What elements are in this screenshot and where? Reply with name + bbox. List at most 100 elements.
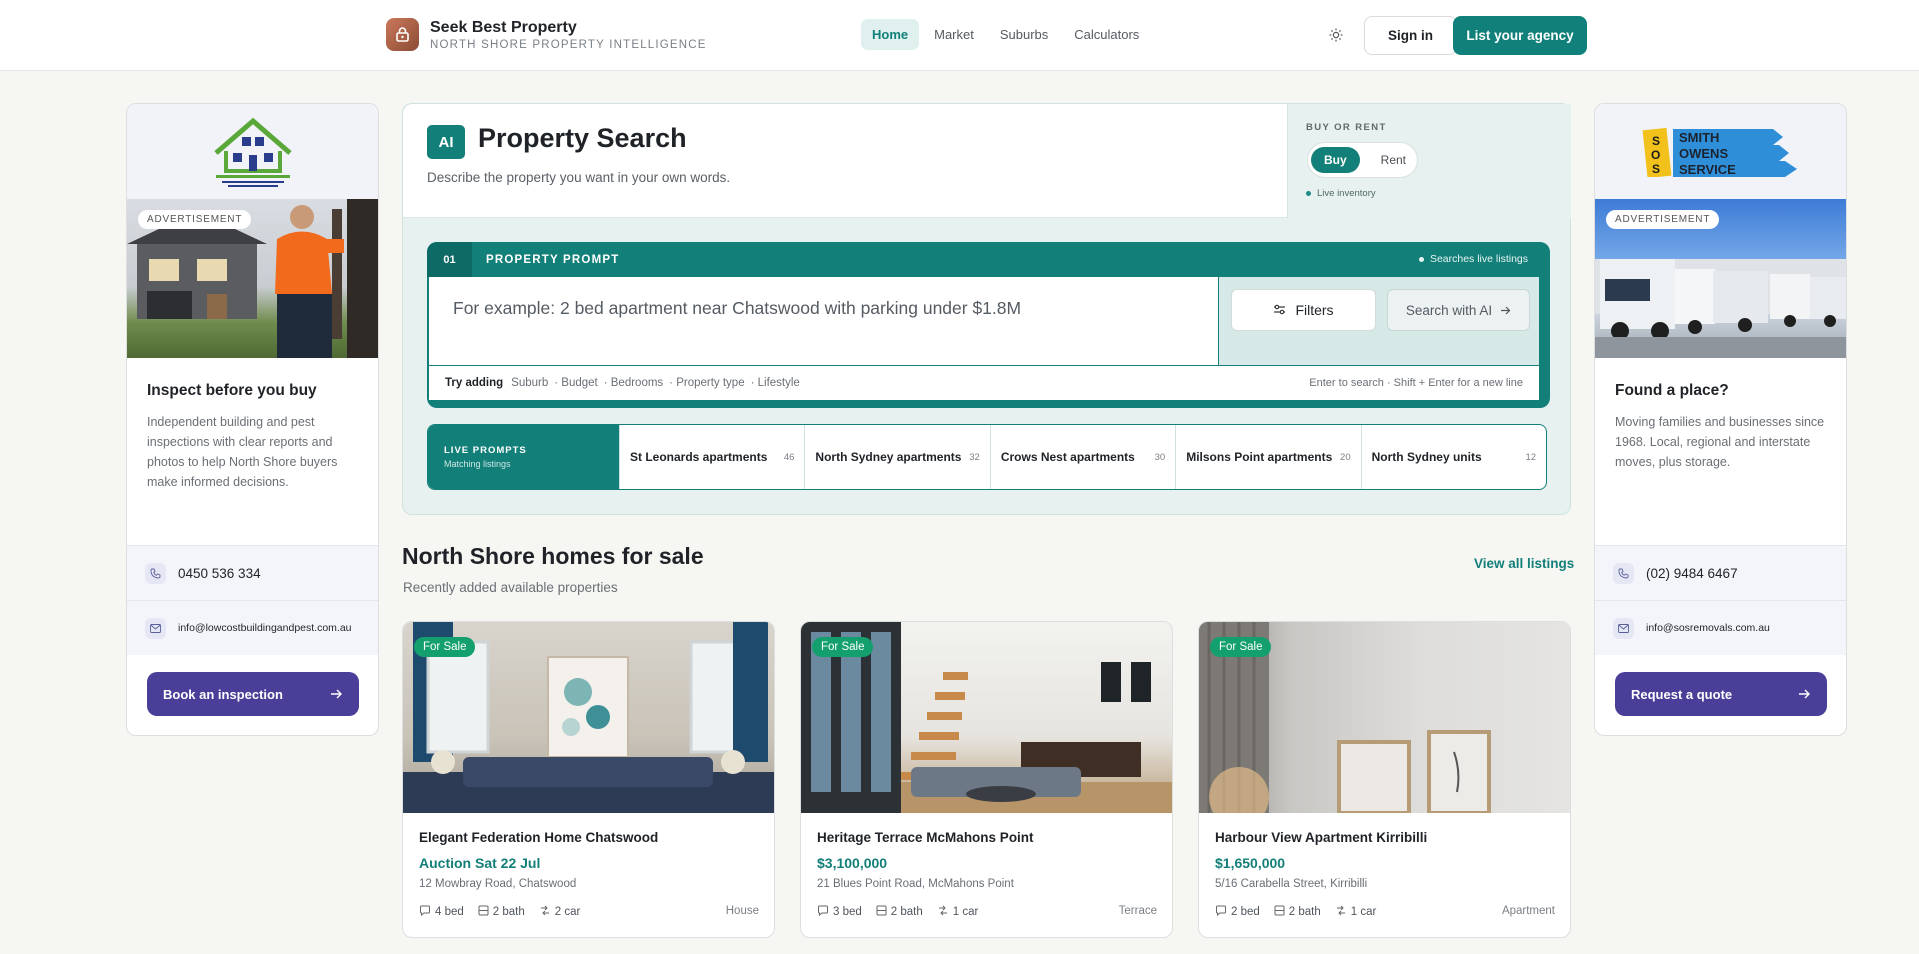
bed-count: 3 bed bbox=[833, 906, 862, 918]
prompt-actions: Filters Search with AI bbox=[1219, 277, 1539, 365]
mail-icon bbox=[145, 617, 166, 639]
arrow-right-icon bbox=[1798, 687, 1811, 702]
bed-feature: 2 bed bbox=[1215, 905, 1260, 919]
prompt-body: For example: 2 bed apartment near Chatsw… bbox=[429, 277, 1539, 400]
ad-title: Inspect before you buy bbox=[147, 382, 317, 399]
svg-text:O: O bbox=[1651, 148, 1660, 162]
lock-house-icon bbox=[386, 18, 419, 51]
list-your-agency-button[interactable]: List your agency bbox=[1453, 16, 1587, 55]
view-all-listings-link[interactable]: View all listings bbox=[1474, 556, 1574, 571]
listing-address: 21 Blues Point Road, McMahons Point bbox=[817, 878, 1014, 890]
brand[interactable]: Seek Best Property NORTH SHORE PROPERTY … bbox=[386, 18, 707, 51]
nav-market[interactable]: Market bbox=[923, 19, 985, 50]
brand-tagline: NORTH SHORE PROPERTY INTELLIGENCE bbox=[430, 38, 707, 51]
book-inspection-button[interactable]: Book an inspection bbox=[147, 672, 359, 716]
ad-email-address: info@lowcostbuildingandpest.com.au bbox=[178, 622, 352, 634]
live-prompt-item[interactable]: Milsons Point apartments 20 bbox=[1175, 425, 1360, 489]
rent-option[interactable]: Rent bbox=[1368, 147, 1419, 173]
advertiser-logo bbox=[127, 104, 378, 199]
live-prompts-subtitle: Matching listings bbox=[444, 459, 511, 469]
step-number: 01 bbox=[427, 242, 472, 277]
nav-home[interactable]: Home bbox=[861, 19, 920, 50]
brand-name: Seek Best Property bbox=[430, 18, 577, 36]
ad-phone[interactable]: 0450 536 334 bbox=[127, 545, 378, 600]
buy-rent-toggle: Buy Rent bbox=[1307, 142, 1418, 178]
search-with-ai-label: Search with AI bbox=[1405, 302, 1493, 318]
arrow-right-icon bbox=[330, 687, 343, 702]
bath-count: 2 bath bbox=[1288, 906, 1321, 918]
hint-property-type[interactable]: · Property type bbox=[669, 377, 744, 389]
svg-text:S: S bbox=[1652, 162, 1660, 176]
svg-text:S: S bbox=[1652, 134, 1660, 148]
listing-card[interactable]: For Sale Heritage Terrace McMahons Point… bbox=[800, 621, 1173, 938]
ad-phone-number: (02) 9484 6467 bbox=[1646, 565, 1738, 581]
live-prompts-header: LIVE PROMPTS Matching listings bbox=[428, 425, 619, 489]
live-prompts-strip: LIVE PROMPTS Matching listings St Leonar… bbox=[427, 424, 1547, 490]
advertisement-badge: ADVERTISEMENT bbox=[138, 210, 252, 229]
live-prompt-label: North Sydney apartments bbox=[815, 450, 962, 464]
property-prompt-box: 01 PROPERTY PROMPT Searches live listing… bbox=[427, 242, 1550, 408]
live-prompt-count: 12 bbox=[1525, 451, 1537, 463]
nav-calculators[interactable]: Calculators bbox=[1063, 19, 1150, 50]
inspector-house-photo: ADVERTISEMENT bbox=[127, 199, 378, 358]
arrow-right-icon bbox=[1500, 303, 1511, 318]
ai-badge: AI bbox=[427, 125, 465, 159]
live-prompt-item[interactable]: Crows Nest apartments 30 bbox=[989, 425, 1175, 489]
listing-title: Elegant Federation Home Chatswood bbox=[419, 830, 659, 845]
try-adding-label: Try adding bbox=[445, 377, 504, 389]
live-prompt-item[interactable]: North Sydney apartments 32 bbox=[804, 425, 989, 489]
bath-icon bbox=[876, 905, 887, 919]
advertisement-left[interactable]: ADVERTISEMENT Inspect before you buy Ind… bbox=[126, 103, 379, 736]
hint-lifestyle[interactable]: · Lifestyle bbox=[751, 377, 800, 389]
mail-icon bbox=[1613, 617, 1634, 639]
car-icon bbox=[1335, 905, 1347, 919]
listing-price: Auction Sat 22 Jul bbox=[419, 855, 541, 871]
car-feature: 1 car bbox=[937, 905, 978, 919]
bed-feature: 3 bed bbox=[817, 905, 862, 919]
live-prompt-label: North Sydney units bbox=[1371, 450, 1482, 464]
bed-count: 4 bed bbox=[435, 906, 464, 918]
buy-or-rent-section: BUY OR RENT Buy Rent Live inventory bbox=[1287, 104, 1571, 218]
request-quote-button[interactable]: Request a quote bbox=[1615, 672, 1827, 716]
live-prompt-count: 20 bbox=[1340, 451, 1351, 463]
ad-phone-number: 0450 536 334 bbox=[178, 565, 261, 581]
ad-description: Independent building and pest inspection… bbox=[147, 415, 338, 489]
search-with-ai-button[interactable]: Search with AI bbox=[1387, 289, 1530, 331]
hint-suburb[interactable]: Suburb bbox=[511, 377, 548, 389]
filters-button[interactable]: Filters bbox=[1231, 289, 1376, 331]
listing-features: 2 bed 2 bath 1 car bbox=[1215, 905, 1376, 919]
advertisement-right[interactable]: S O S SMITH OWENS SERVICE ADVERTISEMENT … bbox=[1594, 103, 1847, 736]
live-prompt-label: Crows Nest apartments bbox=[1000, 450, 1135, 464]
prompt-hints: Try adding Suburb · Budget · Bedrooms · … bbox=[429, 365, 1539, 400]
hint-bedrooms[interactable]: · Bedrooms bbox=[604, 377, 663, 389]
bed-icon bbox=[817, 905, 829, 919]
listing-address: 12 Mowbray Road, Chatswood bbox=[419, 878, 577, 890]
live-prompt-item[interactable]: North Sydney units 12 bbox=[1360, 425, 1546, 489]
prompt-header: 01 PROPERTY PROMPT Searches live listing… bbox=[427, 242, 1550, 277]
live-prompts-title: LIVE PROMPTS bbox=[444, 445, 527, 456]
status-dot bbox=[1418, 256, 1424, 262]
car-icon bbox=[937, 905, 949, 919]
nav-suburbs[interactable]: Suburbs bbox=[989, 19, 1059, 50]
live-prompt-item[interactable]: St Leonards apartments 46 bbox=[619, 425, 804, 489]
for-sale-badge: For Sale bbox=[414, 637, 476, 657]
sign-in-button[interactable]: Sign in bbox=[1364, 16, 1457, 55]
buy-option[interactable]: Buy bbox=[1311, 147, 1360, 173]
hint-budget[interactable]: · Budget bbox=[554, 377, 597, 389]
car-icon bbox=[539, 905, 551, 919]
listing-card[interactable]: For Sale Elegant Federation Home Chatswo… bbox=[402, 621, 775, 938]
listing-photo: For Sale bbox=[403, 622, 774, 813]
ad-email[interactable]: info@sosremovals.com.au bbox=[1595, 600, 1846, 655]
removal-trucks-photo: ADVERTISEMENT bbox=[1595, 199, 1846, 358]
for-sale-badge: For Sale bbox=[1210, 637, 1272, 657]
ad-phone[interactable]: (02) 9484 6467 bbox=[1595, 545, 1846, 600]
car-feature: 2 car bbox=[539, 905, 580, 919]
listing-price: $3,100,000 bbox=[817, 855, 888, 871]
listing-card[interactable]: For Sale Harbour View Apartment Kirribil… bbox=[1198, 621, 1571, 938]
ad-email[interactable]: info@lowcostbuildingandpest.com.au bbox=[127, 600, 378, 655]
bath-count: 2 bath bbox=[492, 906, 525, 918]
theme-toggle-sun-icon[interactable] bbox=[1327, 26, 1345, 44]
listing-title: Heritage Terrace McMahons Point bbox=[817, 830, 1034, 845]
property-prompt-input[interactable]: For example: 2 bed apartment near Chatsw… bbox=[429, 277, 1219, 365]
listing-type: House bbox=[725, 905, 759, 917]
